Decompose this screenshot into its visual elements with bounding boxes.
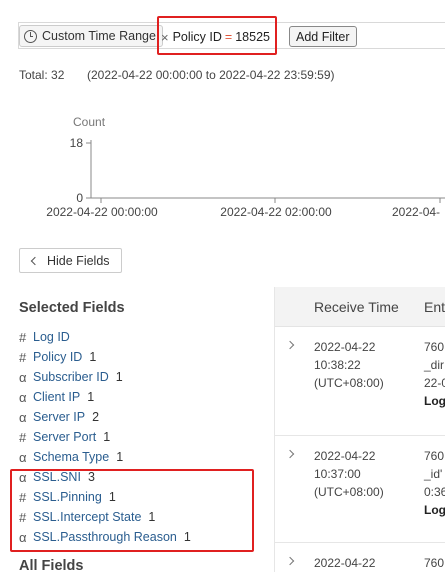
- expand-row-icon[interactable]: [285, 556, 295, 566]
- receive-time-cell: 2022-04-22 10:37:00 (UTC+08:00): [314, 449, 384, 499]
- highlight-box-filter: [157, 16, 277, 55]
- clock-icon: [24, 29, 37, 43]
- time-range-label: Custom Time Range: [42, 29, 156, 43]
- field-count: 1: [115, 370, 123, 384]
- expand-row-icon[interactable]: [285, 449, 295, 459]
- field-count: 1: [103, 430, 111, 444]
- field-item[interactable]: # Server Port 1: [19, 427, 110, 447]
- field-name[interactable]: Policy ID: [33, 350, 82, 364]
- field-type-icon: α: [19, 449, 27, 465]
- time-range-chip[interactable]: Custom Time Range: [19, 25, 163, 47]
- expand-row-icon[interactable]: [285, 340, 295, 350]
- table-row[interactable]: 2022-04-22 760: [275, 544, 445, 572]
- field-item[interactable]: α Client IP 1: [19, 387, 94, 407]
- field-count: 1: [89, 350, 97, 364]
- highlight-box-ssl-fields: [10, 469, 254, 552]
- hide-fields-button[interactable]: Hide Fields: [19, 248, 122, 273]
- field-item[interactable]: α Server IP 2: [19, 407, 99, 427]
- field-name[interactable]: Server Port: [33, 430, 96, 444]
- field-name[interactable]: Client IP: [33, 390, 80, 404]
- field-name[interactable]: Subscriber ID: [33, 370, 109, 384]
- selected-fields-title: Selected Fields: [19, 300, 125, 316]
- table-header: Receive Time Ent: [275, 287, 445, 327]
- time-range-text: (2022-04-22 00:00:00 to 2022-04-22 23:59…: [87, 68, 335, 82]
- x-tick-label-2: 2022-04-: [392, 205, 440, 219]
- field-type-icon: α: [19, 409, 27, 425]
- field-count: 1: [116, 450, 124, 464]
- field-type-icon: #: [19, 429, 27, 445]
- all-fields-title: All Fields: [19, 558, 84, 572]
- field-count: 2: [92, 410, 100, 424]
- y-axis-label: Count: [73, 115, 106, 129]
- column-header-entry[interactable]: Ent: [424, 299, 445, 315]
- entry-cell: 760 _id' 0:36 Log: [424, 449, 445, 517]
- total-count: Total: 32: [19, 68, 65, 82]
- field-item[interactable]: α Subscriber ID 1: [19, 367, 123, 387]
- chevron-left-icon: [30, 256, 40, 265]
- column-header-receive-time[interactable]: Receive Time: [314, 299, 399, 315]
- entry-cell: 760 _dir 22-0 Log: [424, 340, 445, 408]
- field-item[interactable]: # Log ID: [19, 327, 77, 347]
- y-tick-label-max: 18: [70, 136, 84, 150]
- field-type-icon: #: [19, 329, 27, 345]
- receive-time-cell: 2022-04-22: [314, 556, 376, 570]
- field-item[interactable]: # Policy ID 1: [19, 347, 96, 367]
- field-count: 1: [87, 390, 95, 404]
- y-tick-label-min: 0: [76, 191, 83, 205]
- receive-time-cell: 2022-04-22 10:38:22 (UTC+08:00): [314, 340, 384, 390]
- table-row[interactable]: 2022-04-22 10:37:00 (UTC+08:00) 760 _id'…: [275, 437, 445, 543]
- hide-fields-label: Hide Fields: [47, 253, 110, 268]
- field-item[interactable]: α Schema Type 1: [19, 447, 123, 467]
- field-name[interactable]: Server IP: [33, 410, 85, 424]
- entry-cell: 760: [424, 556, 445, 570]
- field-name[interactable]: Schema Type: [33, 450, 109, 464]
- field-type-icon: α: [19, 369, 27, 385]
- x-tick-label-0: 2022-04-22 00:00:00: [46, 205, 158, 219]
- field-type-icon: #: [19, 349, 27, 365]
- field-name[interactable]: Log ID: [33, 330, 70, 344]
- field-type-icon: α: [19, 389, 27, 405]
- histogram-chart: Count 18 0 2022-04-22 00:00:00 2022-04-2…: [46, 115, 445, 219]
- add-filter-button[interactable]: Add Filter: [289, 26, 357, 47]
- table-row[interactable]: 2022-04-22 10:38:22 (UTC+08:00) 760 _dir…: [275, 328, 445, 436]
- x-tick-label-1: 2022-04-22 02:00:00: [220, 205, 332, 219]
